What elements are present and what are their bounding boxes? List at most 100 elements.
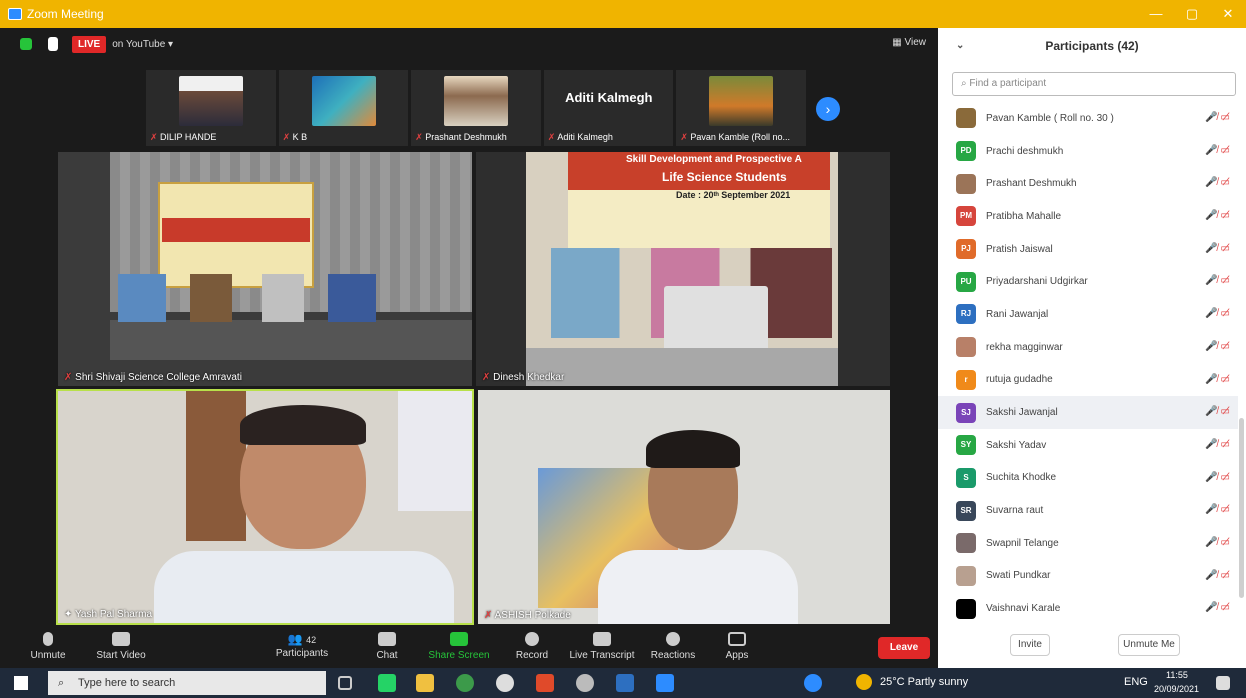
participant-avatar: r	[956, 369, 976, 390]
meeting-area: LIVE on YouTube ▾ ▦ View ✗ DILIP HANDE ✗…	[0, 28, 938, 668]
participant-name: Pavan Kamble ( Roll no. 30 )	[986, 112, 1114, 124]
thumbnail-name: ✗ K B	[282, 132, 308, 142]
mic-video-off-icon: 🎤̸ ▭̸	[1205, 504, 1230, 516]
participants-button[interactable]: 👥 42 Participants	[274, 632, 330, 659]
search-icon: ⌕	[58, 677, 65, 689]
mic-video-off-icon: 🎤̸ ▭̸	[1205, 144, 1230, 156]
windows-taskbar: ⌕ Type here to search 25°C Partly sunny E…	[0, 668, 1246, 698]
thumbnail-aditi[interactable]: Aditi Kalmegh ✗ Aditi Kalmegh	[543, 70, 674, 146]
language-indicator[interactable]: ENG	[1124, 676, 1148, 688]
clock-date[interactable]: 20/09/2021	[1154, 684, 1199, 694]
tile-label: ✗ Dinesh Khedkar	[482, 372, 565, 383]
video-tile-dinesh[interactable]: Skill Development and Prospective A Life…	[476, 152, 890, 386]
video-tile-yashpal[interactable]: ✦ Yash Pal Sharma	[56, 389, 474, 625]
windows-start-icon[interactable]	[14, 676, 28, 690]
thumbnail-pavan[interactable]: ✗ Pavan Kamble (Roll no...	[676, 70, 806, 146]
participant-avatar: S	[956, 467, 976, 488]
cc-icon	[593, 632, 611, 646]
start-video-button[interactable]: Start Video	[94, 632, 148, 661]
participant-row[interactable]: rekha magginwar 🎤̸ ▭̸	[938, 331, 1238, 364]
participant-row[interactable]: RJ Rani Jawanjal 🎤̸ ▭̸	[938, 298, 1238, 331]
participant-row[interactable]: SJ Sakshi Jawanjal 🎤̸ ▭̸	[938, 396, 1238, 429]
thumbnail-kb[interactable]: ✗ K B	[278, 70, 409, 146]
share-screen-button[interactable]: Share Screen	[428, 632, 490, 661]
close-button[interactable]: ✕	[1210, 0, 1246, 28]
participant-name: Sakshi Jawanjal	[986, 407, 1058, 419]
participant-row[interactable]: r rutuja gudadhe 🎤̸ ▭̸	[938, 364, 1238, 397]
unmute-button[interactable]: Unmute	[28, 632, 68, 661]
chat-button[interactable]: Chat	[374, 632, 400, 661]
minimize-button[interactable]: —	[1138, 0, 1174, 28]
mic-off-icon	[43, 632, 53, 646]
panel-scrollbar[interactable]	[1239, 418, 1244, 598]
clock-time[interactable]: 11:55	[1166, 670, 1188, 680]
maximize-button[interactable]: ▢	[1174, 0, 1210, 28]
live-youtube-dropdown[interactable]: on YouTube ▾	[112, 39, 173, 50]
live-transcript-button[interactable]: Live Transcript	[566, 632, 638, 661]
chrome-icon[interactable]	[456, 674, 474, 692]
security-shield-icon[interactable]	[20, 38, 32, 50]
obs-icon[interactable]	[496, 674, 514, 692]
unmute-me-button[interactable]: Unmute Me	[1118, 634, 1180, 656]
zoom-taskbar-icon[interactable]	[656, 674, 674, 692]
task-view-icon[interactable]	[338, 676, 352, 690]
participant-avatar	[956, 108, 976, 129]
whatsapp-icon[interactable]	[378, 674, 396, 692]
record-button[interactable]: Record	[512, 632, 552, 661]
notification-icon[interactable]	[1216, 676, 1230, 690]
participant-row[interactable]: SY Sakshi Yadav 🎤̸ ▭̸	[938, 429, 1238, 462]
participant-row[interactable]: PU Priyadarshani Udgirkar 🎤̸ ▭̸	[938, 265, 1238, 298]
help-icon[interactable]	[804, 674, 822, 692]
invite-button[interactable]: Invite	[1010, 634, 1050, 656]
chat-icon	[378, 632, 396, 646]
mic-muted-icon: ✗	[484, 610, 495, 621]
live-badge[interactable]: LIVE	[72, 35, 107, 53]
participant-row[interactable]: Vaishnavi Karale 🎤̸ ▭̸	[938, 592, 1238, 625]
participant-row[interactable]: Pavan Kamble ( Roll no. 30 ) 🎤̸ ▭̸	[938, 102, 1238, 135]
thumbnail-prashant[interactable]: ✗ Prashant Deshmukh	[411, 70, 541, 146]
chevron-down-icon[interactable]: ⌄	[956, 28, 964, 64]
reactions-button[interactable]: Reactions	[650, 632, 696, 661]
participant-row[interactable]: SR Suvarna raut 🎤̸ ▭̸	[938, 494, 1238, 527]
office-icon[interactable]	[536, 674, 554, 692]
taskbar-search-input[interactable]: ⌕ Type here to search	[48, 671, 326, 695]
mic-video-off-icon: 🎤̸ ▭̸	[1205, 536, 1230, 548]
tile-label: ✗ ASHISH Polkade	[484, 610, 571, 621]
participant-name: Swapnil Telange	[986, 537, 1059, 549]
mic-video-off-icon: 🎤̸ ▭̸	[1205, 438, 1230, 450]
weather-icon	[856, 674, 872, 690]
video-tile-ashish[interactable]: ✗ ASHISH Polkade	[478, 390, 890, 624]
banner-date: Date : 20ᵗʰ September 2021	[676, 190, 791, 200]
mic-video-off-icon: 🎤̸ ▭̸	[1205, 242, 1230, 254]
participant-row[interactable]: PD Prachi deshmukh 🎤̸ ▭̸	[938, 135, 1238, 168]
thumbnail-strip: ✗ DILIP HANDE ✗ K B ✗ Prashant Deshmukh …	[146, 70, 806, 146]
mic-video-off-icon: 🎤̸ ▭̸	[1205, 471, 1230, 483]
settings-gear-icon[interactable]	[576, 674, 594, 692]
participant-name: Rani Jawanjal	[986, 308, 1049, 320]
desk	[526, 348, 838, 386]
participant-row[interactable]: Swati Pundkar 🎤̸ ▭̸	[938, 560, 1238, 593]
thumbnail-dilip[interactable]: ✗ DILIP HANDE	[146, 70, 276, 146]
participant-row[interactable]: PM Pratibha Mahalle 🎤̸ ▭̸	[938, 200, 1238, 233]
weather-text[interactable]: 25°C Partly sunny	[880, 676, 968, 688]
panelists	[118, 274, 418, 322]
curtain	[398, 391, 472, 511]
participant-avatar	[956, 173, 976, 194]
store-icon[interactable]	[616, 674, 634, 692]
video-tile-shivaji[interactable]: ✗ Shri Shivaji Science College Amravati	[58, 152, 472, 386]
participant-row[interactable]: PJ Pratish Jaiswal 🎤̸ ▭̸	[938, 233, 1238, 266]
mic-status-icon	[48, 37, 58, 51]
mic-muted-icon: ✗	[482, 372, 494, 383]
participant-row[interactable]: Swapnil Telange 🎤̸ ▭̸	[938, 527, 1238, 560]
leave-button[interactable]: Leave	[878, 637, 930, 659]
participant-avatar: SR	[956, 500, 976, 521]
file-explorer-icon[interactable]	[416, 674, 434, 692]
participant-search-input[interactable]: ⌕ Find a participant	[952, 72, 1236, 96]
view-button[interactable]: ▦ View	[892, 37, 926, 48]
participant-row[interactable]: S Suchita Khodke 🎤̸ ▭̸	[938, 462, 1238, 495]
participant-avatar	[956, 533, 976, 554]
participant-row[interactable]: Prashant Deshmukh 🎤̸ ▭̸	[938, 167, 1238, 200]
next-page-arrow-icon[interactable]: ›	[816, 97, 840, 121]
apps-button[interactable]: Apps	[722, 632, 752, 661]
participant-video	[444, 76, 509, 126]
